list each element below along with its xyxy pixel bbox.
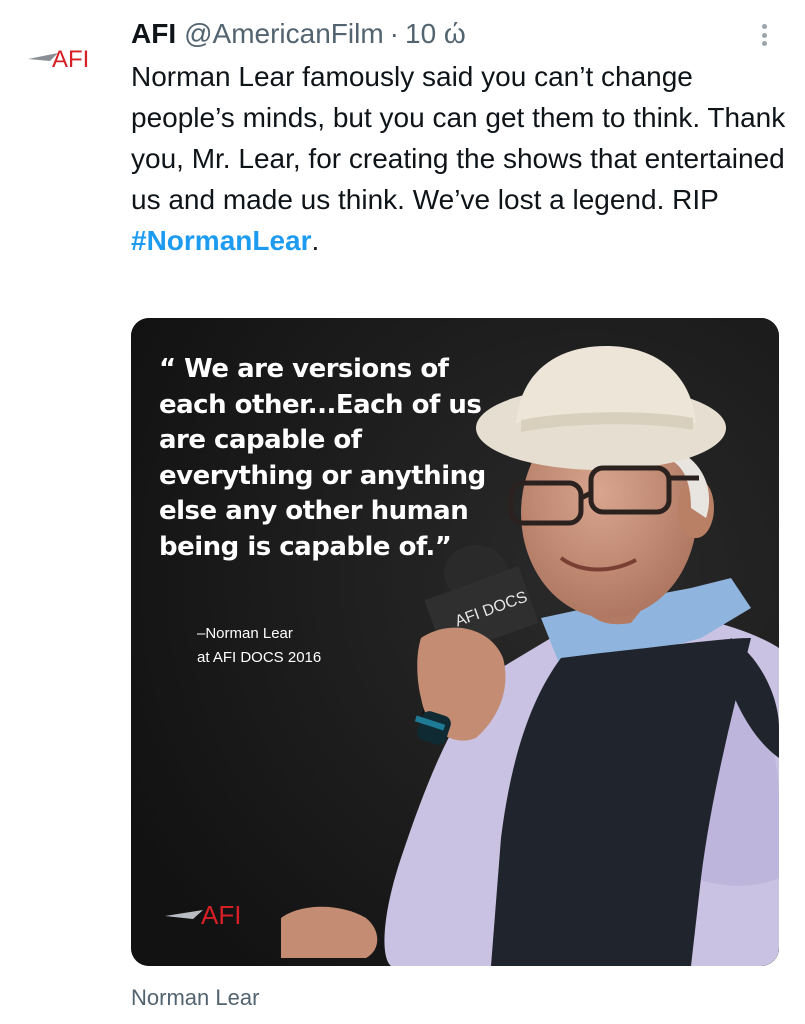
media-logo-text: AFI [201,900,241,930]
user-handle[interactable]: @AmericanFilm [184,16,384,52]
timestamp[interactable]: 10 ώ [405,16,466,52]
hashtag-link[interactable]: #NormanLear [131,225,312,256]
tweet-body: Norman Lear famously said you can’t chan… [131,61,786,215]
avatar-logo-text: AFI [52,46,89,73]
tweet-media-image[interactable]: AFI DOCS “ We are versions of each other… [131,318,779,966]
tweet-text: Norman Lear famously said you can’t chan… [131,56,786,261]
tweet-header: AFI @AmericanFilm · 10 ώ [131,16,745,52]
tweet-trailing-punctuation: . [311,225,320,256]
afi-logo-icon: AFI [28,46,89,73]
quote-attribution: –Norman Lear at AFI DOCS 2016 [197,622,321,670]
afi-watermark-logo-icon: AFI [165,900,241,930]
display-name[interactable]: AFI [131,16,176,52]
attribution-name: –Norman Lear [197,625,293,642]
avatar[interactable]: AFI [28,40,98,74]
media-caption: Norman Lear [131,985,260,1010]
quote-text: “ We are versions of each other...Each o… [159,354,486,562]
attribution-event: at AFI DOCS 2016 [197,649,322,666]
more-vertical-icon[interactable] [752,20,776,50]
separator-dot: · [389,18,399,49]
